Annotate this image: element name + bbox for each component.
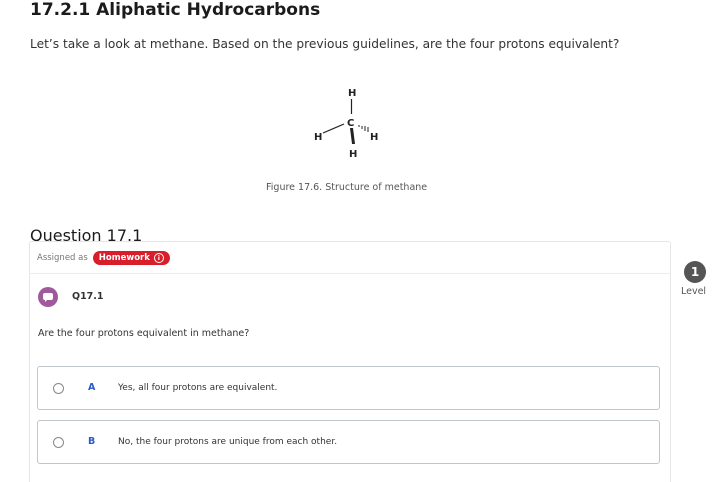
question-id: Q17.1 bbox=[72, 291, 104, 302]
info-icon[interactable]: i bbox=[153, 253, 164, 263]
option-letter: B bbox=[88, 436, 96, 447]
radio-button[interactable] bbox=[53, 437, 64, 448]
section-title: 17.2.1 Aliphatic Hydrocarbons bbox=[30, 0, 321, 20]
question-prompt: Are the four protons equivalent in metha… bbox=[38, 328, 250, 339]
radio-button[interactable] bbox=[53, 383, 64, 394]
answer-option-b[interactable]: B No, the four protons are unique from e… bbox=[37, 420, 660, 464]
option-letter: A bbox=[88, 382, 96, 393]
card-divider bbox=[29, 273, 670, 274]
figure-caption: Figure 17.6. Structure of methane bbox=[266, 182, 428, 193]
bond-bottom-wedge bbox=[350, 128, 355, 144]
atom-h-bottom: H bbox=[349, 149, 357, 160]
answer-option-a[interactable]: A Yes, all four protons are equivalent. bbox=[37, 366, 660, 410]
assignment-row: Assigned as Homework i bbox=[37, 251, 170, 265]
bond-left bbox=[322, 123, 345, 134]
level-label: Level bbox=[681, 286, 707, 297]
assigned-label: Assigned as bbox=[37, 253, 88, 263]
methane-structure: H C H H H bbox=[314, 88, 378, 160]
homework-badge[interactable]: Homework i bbox=[92, 251, 170, 265]
option-text: No, the four protons are unique from eac… bbox=[118, 437, 338, 447]
intro-text: Let’s take a look at methane. Based on t… bbox=[30, 37, 620, 51]
bond-right-hashed bbox=[358, 125, 369, 132]
homework-label: Homework bbox=[98, 253, 150, 263]
level-badge: 1 bbox=[684, 261, 706, 283]
question-chat-icon bbox=[38, 287, 58, 307]
atom-c: C bbox=[347, 118, 354, 129]
atom-h-top: H bbox=[348, 88, 356, 99]
atom-h-left: H bbox=[314, 132, 322, 143]
atom-h-right: H bbox=[370, 132, 378, 143]
option-text: Yes, all four protons are equivalent. bbox=[118, 383, 278, 393]
